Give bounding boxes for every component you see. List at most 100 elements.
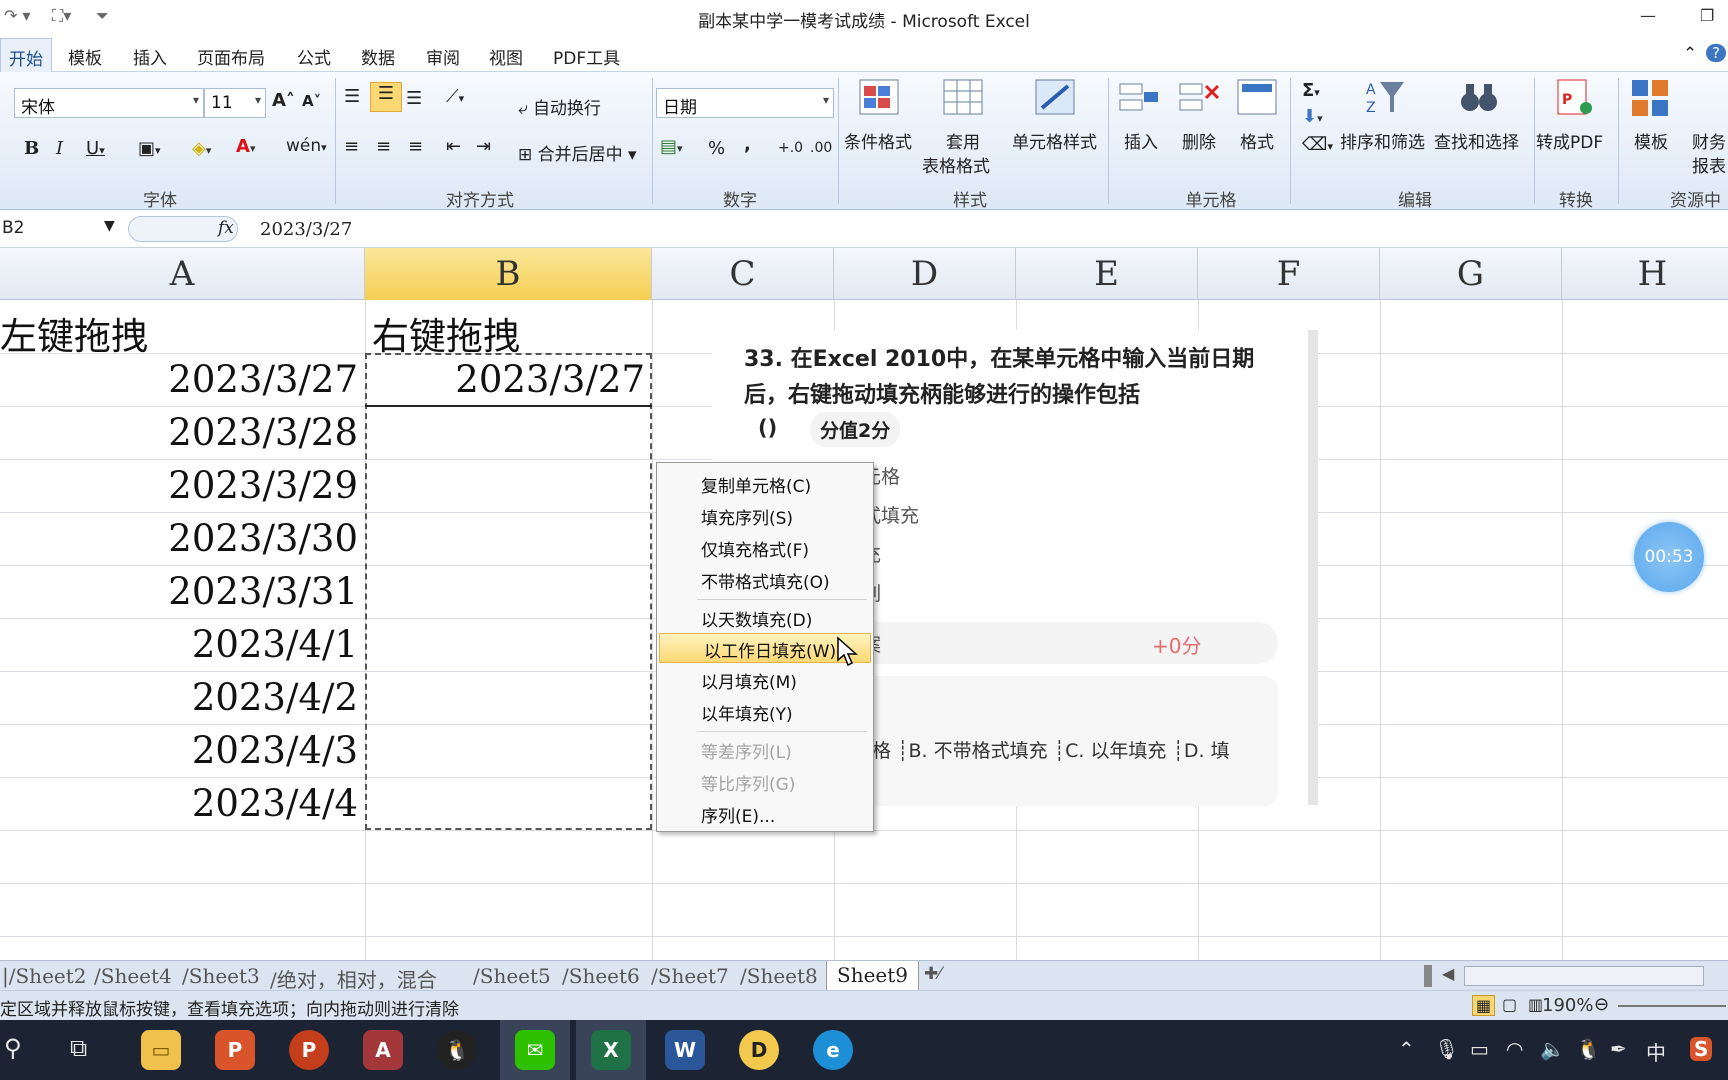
- ime-indicator[interactable]: 中: [1646, 1037, 1666, 1066]
- align-bottom-icon[interactable]: ☰: [406, 88, 422, 109]
- page-break-view-icon[interactable]: ▥: [1528, 995, 1543, 1014]
- sogou-icon[interactable]: S: [1690, 1037, 1713, 1061]
- italic-button[interactable]: I: [56, 138, 63, 159]
- tab-data[interactable]: 数据: [361, 44, 395, 69]
- table-format-label-1[interactable]: 套用: [946, 128, 980, 153]
- column-header-f[interactable]: F: [1198, 248, 1380, 300]
- menu-growth-trend[interactable]: 等比序列(G): [657, 767, 873, 797]
- column-header-b[interactable]: B: [365, 248, 652, 300]
- phonetic-icon[interactable]: wén▾: [286, 136, 327, 156]
- tab-insert[interactable]: 插入: [133, 44, 167, 69]
- microphone-icon[interactable]: 🎙: [1434, 1037, 1459, 1061]
- sheet-tab-sheet3[interactable]: /Sheet3: [182, 964, 260, 988]
- tab-pdf-tools[interactable]: PDF工具: [553, 44, 620, 69]
- sheet-tab-sheet5[interactable]: /Sheet5: [473, 964, 551, 988]
- menu-fill-series[interactable]: 填充序列(S): [657, 501, 873, 531]
- word-icon[interactable]: W: [665, 1030, 705, 1070]
- cell-a6[interactable]: 2023/3/31: [0, 570, 358, 613]
- search-icon[interactable]: ⚲: [4, 1034, 22, 1062]
- border-icon[interactable]: ▣▾: [138, 138, 161, 159]
- sheet-tab-sheet8[interactable]: /Sheet8: [740, 964, 818, 988]
- help-icon[interactable]: ?: [1706, 44, 1726, 62]
- column-header-a[interactable]: A: [0, 248, 365, 300]
- column-header-c[interactable]: C: [652, 248, 834, 300]
- new-sheet-icon[interactable]: ✚⁄: [924, 964, 941, 984]
- sheet-tab-sheet4[interactable]: /Sheet4: [94, 964, 172, 988]
- sheet-tab-sheet7[interactable]: /Sheet7: [651, 964, 729, 988]
- minimize-button[interactable]: —: [1640, 6, 1656, 25]
- wrap-text-button[interactable]: ⤶ 自动换行: [518, 94, 601, 119]
- presentation-app-icon[interactable]: P: [215, 1030, 255, 1070]
- find-select-button[interactable]: 查找和选择: [1434, 128, 1519, 153]
- align-middle-icon[interactable]: ☰: [370, 82, 402, 112]
- cell-a2[interactable]: 2023/3/27: [0, 358, 358, 401]
- fill-down-icon[interactable]: ⬇▾: [1302, 106, 1323, 127]
- pen-icon[interactable]: ✒: [1610, 1037, 1627, 1061]
- collapse-ribbon-icon[interactable]: ⌃: [1683, 44, 1697, 64]
- menu-fill-months[interactable]: 以月填充(M): [657, 665, 873, 695]
- tab-view[interactable]: 视图: [489, 44, 523, 69]
- finance-report-label-2[interactable]: 报表: [1692, 152, 1726, 177]
- to-pdf-button[interactable]: 转成PDF: [1536, 128, 1603, 153]
- task-view-icon[interactable]: ⧉: [70, 1034, 87, 1062]
- zoom-out-icon[interactable]: ⊖: [1594, 994, 1609, 1015]
- menu-fill-days[interactable]: 以天数填充(D): [657, 603, 873, 633]
- sort-filter-button[interactable]: 排序和筛选: [1340, 128, 1425, 153]
- align-right-icon[interactable]: ≡: [408, 136, 423, 157]
- currency-icon[interactable]: ▤▾: [660, 136, 683, 157]
- edge-browser-icon[interactable]: e: [813, 1030, 853, 1070]
- cell-a8[interactable]: 2023/4/2: [0, 676, 358, 719]
- excel-icon[interactable]: X: [591, 1030, 631, 1070]
- decrease-decimal-icon[interactable]: .00: [810, 140, 832, 156]
- cell-a7[interactable]: 2023/4/1: [0, 623, 358, 666]
- increase-indent-icon[interactable]: ⇥: [476, 136, 491, 157]
- timer-bubble[interactable]: 00:53: [1634, 522, 1704, 592]
- sheet-tab-sheet9[interactable]: Sheet9: [826, 961, 920, 991]
- comma-button[interactable]: ,: [744, 134, 751, 155]
- shrink-font-icon[interactable]: A˅: [302, 92, 321, 110]
- finance-report-label-1[interactable]: 财务: [1692, 128, 1726, 153]
- tab-formulas[interactable]: 公式: [297, 44, 331, 69]
- normal-view-icon[interactable]: ▦: [1472, 995, 1496, 1016]
- qq-icon[interactable]: 🐧: [437, 1030, 477, 1070]
- wechat-icon[interactable]: ✉: [515, 1030, 555, 1070]
- fill-color-icon[interactable]: ◈▾: [192, 138, 211, 159]
- menu-fill-years[interactable]: 以年填充(Y): [657, 697, 873, 727]
- cell-b1[interactable]: 右键拖拽: [372, 306, 520, 360]
- column-header-h[interactable]: H: [1562, 248, 1728, 300]
- delete-button[interactable]: 删除: [1182, 128, 1216, 153]
- cell-style-button[interactable]: 单元格样式: [1012, 128, 1097, 153]
- tab-home[interactable]: 开始: [0, 38, 52, 76]
- zoom-level[interactable]: 190%: [1542, 995, 1593, 1016]
- format-button[interactable]: 格式: [1240, 128, 1274, 153]
- sheet-tab-absolute-relative[interactable]: /绝对，相对，混合: [270, 964, 437, 993]
- column-header-e[interactable]: E: [1016, 248, 1198, 300]
- zoom-slider[interactable]: [1618, 1005, 1726, 1007]
- tab-review[interactable]: 审阅: [426, 44, 460, 69]
- scroll-left-icon[interactable]: ◀: [1442, 964, 1454, 983]
- battery-icon[interactable]: ▭: [1470, 1037, 1489, 1061]
- file-explorer-icon[interactable]: ▭: [141, 1030, 181, 1070]
- table-format-label-2[interactable]: 表格格式: [922, 152, 990, 177]
- bold-button[interactable]: B: [24, 138, 39, 159]
- horizontal-scrollbar[interactable]: [1464, 966, 1704, 986]
- align-left-icon[interactable]: ≡: [344, 136, 359, 157]
- qq-tray-icon[interactable]: 🐧: [1576, 1037, 1601, 1061]
- tab-split-handle[interactable]: [1424, 965, 1432, 987]
- orientation-icon[interactable]: ⟋▾: [446, 86, 464, 107]
- decrease-indent-icon[interactable]: ⇤: [446, 136, 461, 157]
- font-color-icon[interactable]: A▾: [236, 136, 255, 157]
- cell-a9[interactable]: 2023/4/3: [0, 729, 358, 772]
- menu-linear-trend[interactable]: 等差序列(L): [657, 735, 873, 765]
- cell-a4[interactable]: 2023/3/29: [0, 464, 358, 507]
- template-button[interactable]: 模板: [1634, 128, 1668, 153]
- powerpoint-icon[interactable]: P: [289, 1030, 329, 1070]
- font-size-combo[interactable]: 11 ▾: [204, 88, 266, 118]
- cell-b2[interactable]: 2023/3/27: [365, 358, 645, 401]
- page-layout-view-icon[interactable]: ▢: [1502, 995, 1517, 1014]
- underline-button[interactable]: U▾: [86, 138, 105, 159]
- access-icon[interactable]: A: [363, 1030, 403, 1070]
- menu-copy-cells[interactable]: 复制单元格(C): [657, 469, 873, 499]
- grow-font-icon[interactable]: A˄: [272, 90, 295, 111]
- percent-button[interactable]: %: [708, 138, 725, 159]
